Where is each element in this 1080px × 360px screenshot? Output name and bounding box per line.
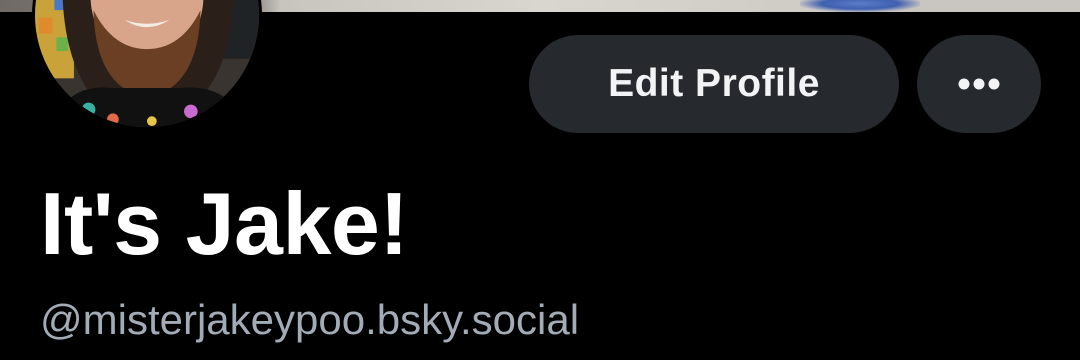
more-options-button[interactable]	[917, 35, 1041, 133]
profile-header: Edit Profile It's Jake! @misterjakeypoo.…	[0, 0, 1080, 360]
banner-accent	[800, 0, 920, 12]
profile-handle: @misterjakeypoo.bsky.social	[40, 296, 580, 343]
profile-display-name: It's Jake!	[40, 174, 409, 273]
avatar-photo	[35, 0, 259, 127]
ellipsis-horizontal-icon	[958, 78, 1000, 90]
avatar[interactable]	[32, 0, 262, 130]
edit-profile-button[interactable]: Edit Profile	[529, 35, 899, 133]
